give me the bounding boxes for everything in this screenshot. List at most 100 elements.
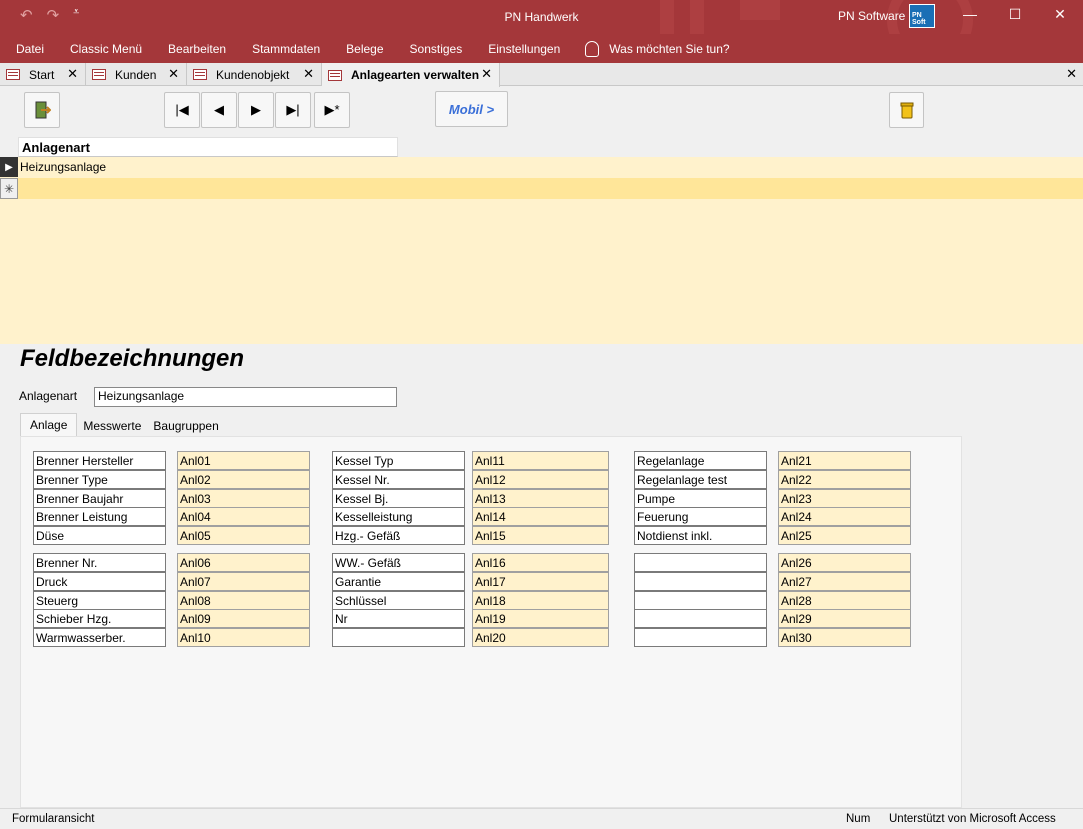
menu-item[interactable]: Classic Menü (57, 42, 155, 56)
previous-record-button[interactable]: ◀ (201, 92, 237, 128)
doc-tab[interactable]: Kundenobjekt ✕ (187, 63, 322, 86)
new-record-button[interactable]: ▶* (314, 92, 350, 128)
field-label-input[interactable] (634, 609, 767, 628)
field-label-input[interactable]: Brenner Leistung (33, 507, 166, 526)
field-code[interactable]: Anl02 (177, 470, 310, 489)
field-code[interactable]: Anl22 (778, 470, 911, 489)
form-icon (92, 69, 106, 80)
field-code[interactable]: Anl06 (177, 553, 310, 572)
field-code[interactable]: Anl07 (177, 572, 310, 591)
tell-me-search[interactable]: Was möchten Sie tun? (609, 42, 742, 56)
field-code[interactable]: Anl14 (472, 507, 609, 526)
field-code[interactable]: Anl29 (778, 609, 911, 628)
field-label-input[interactable]: Pumpe (634, 489, 767, 508)
field-code[interactable]: Anl20 (472, 628, 609, 647)
field-label-input[interactable]: Regelanlage test (634, 470, 767, 489)
field-label-input[interactable] (634, 591, 767, 610)
field-code[interactable]: Anl24 (778, 507, 911, 526)
new-record-row[interactable]: ✳ (0, 178, 1083, 199)
tab-baugruppen[interactable]: Baugruppen (147, 413, 224, 437)
next-record-icon: ▶ (251, 102, 261, 117)
field-code[interactable]: Anl30 (778, 628, 911, 647)
field-code[interactable]: Anl08 (177, 591, 310, 610)
field-label-input[interactable]: Brenner Type (33, 470, 166, 489)
table-row[interactable]: ▶ Heizungsanlage (0, 157, 1083, 177)
menu-item[interactable]: Stammdaten (239, 42, 333, 56)
field-label-input[interactable]: Druck (33, 572, 166, 591)
field-label-input[interactable]: Kessel Nr. (332, 470, 465, 489)
next-record-button[interactable]: ▶ (238, 92, 274, 128)
close-document-icon[interactable]: ✕ (1066, 66, 1077, 82)
doc-tab[interactable]: Kunden ✕ (86, 63, 187, 86)
mobil-button[interactable]: Mobil > (435, 91, 508, 127)
field-label-input[interactable]: Garantie (332, 572, 465, 591)
field-code[interactable]: Anl11 (472, 451, 609, 470)
delete-button[interactable] (889, 92, 924, 128)
field-label-input[interactable] (634, 628, 767, 647)
menu-item[interactable]: Bearbeiten (155, 42, 239, 56)
field-code[interactable]: Anl12 (472, 470, 609, 489)
field-label-input[interactable] (634, 572, 767, 591)
field-label-input[interactable]: Düse (33, 526, 166, 545)
close-tab-icon[interactable]: ✕ (303, 66, 314, 82)
field-code[interactable]: Anl28 (778, 591, 911, 610)
field-label-input[interactable]: Schlüssel (332, 591, 465, 610)
close-tab-icon[interactable]: ✕ (67, 66, 78, 82)
field-code[interactable]: Anl10 (177, 628, 310, 647)
doc-tab[interactable]: Start ✕ (0, 63, 86, 86)
field-label-input[interactable]: Kessel Bj. (332, 489, 465, 508)
close-window-icon[interactable]: ✕ (1050, 6, 1070, 23)
field-label-input[interactable] (332, 628, 465, 647)
field-code[interactable]: Anl16 (472, 553, 609, 572)
menu-item[interactable]: Datei (0, 42, 57, 56)
field-label-input[interactable]: WW.- Gefäß (332, 553, 465, 572)
field-code[interactable]: Anl04 (177, 507, 310, 526)
field-label-input[interactable]: Kessel Typ (332, 451, 465, 470)
field-code[interactable]: Anl26 (778, 553, 911, 572)
field-label-input[interactable]: Schieber Hzg. (33, 609, 166, 628)
tab-messwerte[interactable]: Messwerte (77, 413, 147, 437)
field-code[interactable]: Anl05 (177, 526, 310, 545)
column-header-anlagenart[interactable]: Anlagenart (18, 137, 398, 157)
field-code[interactable]: Anl03 (177, 489, 310, 508)
menu-item[interactable]: Belege (333, 42, 396, 56)
field-label-input[interactable]: Feuerung (634, 507, 767, 526)
field-label-input[interactable]: Brenner Baujahr (33, 489, 166, 508)
first-record-button[interactable]: |◀ (164, 92, 200, 128)
field-code[interactable]: Anl15 (472, 526, 609, 545)
field-label-input[interactable]: Warmwasserber. (33, 628, 166, 647)
field-label-input[interactable]: Nr (332, 609, 465, 628)
field-code[interactable]: Anl21 (778, 451, 911, 470)
field-code[interactable]: Anl13 (472, 489, 609, 508)
field-code[interactable]: Anl25 (778, 526, 911, 545)
close-tab-icon[interactable]: ✕ (481, 66, 492, 82)
field-label-input[interactable]: Steuerg (33, 591, 166, 610)
field-code[interactable]: Anl18 (472, 591, 609, 610)
current-record-selector-icon[interactable]: ▶ (0, 157, 18, 177)
minimize-icon[interactable]: — (960, 6, 980, 22)
field-label-input[interactable]: Notdienst inkl. (634, 526, 767, 545)
last-record-button[interactable]: ▶| (275, 92, 311, 128)
menu-item[interactable]: Sonstiges (397, 42, 476, 56)
field-label-input[interactable]: Hzg.- Gefäß (332, 526, 465, 545)
field-label-input[interactable]: Brenner Hersteller (33, 451, 166, 470)
field-code[interactable]: Anl19 (472, 609, 609, 628)
field-code[interactable]: Anl01 (177, 451, 310, 470)
field-label-input[interactable]: Brenner Nr. (33, 553, 166, 572)
field-code[interactable]: Anl27 (778, 572, 911, 591)
close-tab-icon[interactable]: ✕ (168, 66, 179, 82)
field-code[interactable]: Anl23 (778, 489, 911, 508)
doc-tab[interactable]: Anlagearten verwalten ✕ (322, 63, 500, 87)
tab-anlage[interactable]: Anlage (20, 413, 78, 437)
exit-form-button[interactable] (24, 92, 60, 128)
field-label-input[interactable]: Regelanlage (634, 451, 767, 470)
field-code[interactable]: Anl09 (177, 609, 310, 628)
maximize-icon[interactable]: ☐ (1005, 6, 1025, 23)
menu-item[interactable]: Einstellungen (475, 42, 573, 56)
anlagenart-field[interactable]: Heizungsanlage (94, 387, 397, 407)
field-label-input[interactable]: Kesselleistung (332, 507, 465, 526)
field-label-input[interactable] (634, 553, 767, 572)
field-code[interactable]: Anl17 (472, 572, 609, 591)
cell-anlagenart[interactable]: Heizungsanlage (20, 160, 106, 174)
new-record-selector-icon[interactable]: ✳ (0, 178, 18, 199)
